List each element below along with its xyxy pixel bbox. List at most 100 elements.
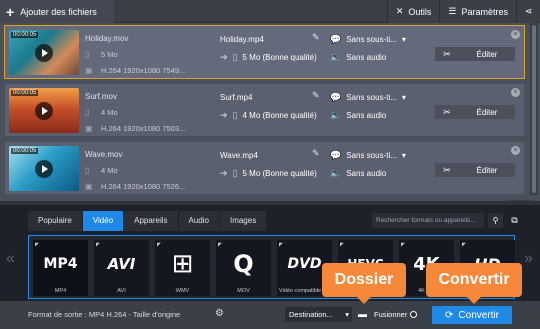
output-size-arrow-icon: ➔ — [220, 167, 228, 178]
chevron-down-icon: ▾ — [401, 34, 406, 44]
remove-file-close-icon[interactable]: × — [511, 88, 520, 97]
tab-images[interactable]: Images — [219, 211, 268, 231]
source-filename: Holiday.mov — [85, 33, 129, 43]
video-icon: ▣ — [85, 123, 93, 133]
tab-popular[interactable]: Populaire — [28, 211, 83, 231]
chevron-down-icon: ▾ — [345, 310, 349, 319]
source-size: 4 Mo — [101, 165, 118, 175]
file-list: 00:00:05 Holiday.mov ▯ 5 Mo ▣ H.264 1920x1… — [0, 23, 540, 201]
format-label: AVI — [117, 288, 126, 294]
file-icon: ▯ — [85, 49, 90, 59]
scissors-icon: ✂ — [443, 48, 451, 59]
output-size: 4 Mo (Bonne qualité) — [242, 110, 317, 120]
share-icon: ⋖ — [524, 6, 533, 16]
subtitles-value: Sans sous-ti... — [346, 150, 397, 160]
rename-pencil-icon[interactable]: ✎ — [312, 148, 320, 159]
audio-dropdown[interactable]: 🔈 Sans audio — [330, 48, 425, 66]
output-filename[interactable]: Wave.mp4 — [220, 151, 258, 160]
play-icon[interactable] — [35, 160, 53, 178]
gear-icon[interactable]: ⚙ — [215, 308, 224, 319]
scroll-right-chevron-icon[interactable]: » — [524, 250, 533, 268]
edit-label: Éditer — [476, 49, 498, 59]
edit-button[interactable]: ✂ Éditer — [435, 47, 515, 61]
subtitles-dropdown[interactable]: 💬 Sans sous-ti... ▾ — [330, 30, 425, 48]
remove-file-close-icon[interactable]: × — [511, 146, 520, 155]
scroll-left-chevron-icon[interactable]: « — [6, 250, 15, 268]
add-files-button[interactable]: + Ajouter des fichiers — [0, 0, 114, 23]
format-card-wmv[interactable]: ◤ ⊞ WMV — [155, 240, 210, 296]
video-thumbnail[interactable]: 00:00:05 — [9, 88, 79, 133]
source-info: Wave.mov ▯ 4 Mo ▣ H.264 1920x1080 7526... — [85, 146, 210, 194]
refresh-icon: ⟳ — [445, 309, 454, 321]
edit-button[interactable]: ✂ Éditer — [435, 105, 515, 119]
tools-button[interactable]: ✕ Outils — [386, 0, 440, 23]
quicktime-logo-icon: Q — [233, 250, 254, 278]
settings-button[interactable]: ☰ Paramètres — [439, 0, 516, 23]
file-row[interactable]: 00:00:05 Surf.mov ▯ 4 Mo ▣ H.264 1920x1080… — [4, 83, 525, 137]
subtitles-dropdown[interactable]: 💬 Sans sous-ti... ▾ — [330, 146, 425, 164]
tab-audio[interactable]: Audio — [178, 211, 220, 231]
track-options: 💬 Sans sous-ti... ▾ 🔈 Sans audio — [330, 30, 425, 66]
merge-toggle[interactable]: Fusionner — [374, 307, 418, 322]
share-button[interactable]: ⋖ — [516, 0, 540, 23]
speaker-icon: 🔈 — [330, 109, 342, 120]
subtitles-icon: 💬 — [330, 149, 342, 160]
source-codec: H.264 1920x1080 7549... — [101, 65, 186, 75]
tools-icon: ✕ — [395, 6, 404, 16]
tab-video[interactable]: Vidéo — [82, 211, 125, 231]
audio-dropdown[interactable]: 🔈 Sans audio — [330, 106, 425, 124]
settings-label: Paramètres — [461, 6, 508, 17]
video-thumbnail[interactable]: 00:00:05 — [9, 146, 79, 191]
device-detect-icon[interactable]: ⧉ — [507, 213, 522, 228]
toggle-switch[interactable] — [410, 311, 418, 318]
file-list-scrollbar[interactable] — [530, 23, 538, 195]
track-options: 💬 Sans sous-ti... ▾ 🔈 Sans audio — [330, 146, 425, 182]
track-options: 💬 Sans sous-ti... ▾ 🔈 Sans audio — [330, 88, 425, 124]
add-files-label: Ajouter des fichiers — [20, 6, 97, 17]
edit-button[interactable]: ✂ Éditer — [435, 163, 515, 177]
output-info: Wave.mp4 ✎ ➔ ▯ 5 Mo (Bonne qualité) — [220, 146, 325, 182]
speaker-icon: 🔈 — [330, 167, 342, 178]
subtitles-value: Sans sous-ti... — [346, 92, 397, 102]
format-label: MOV — [237, 288, 250, 294]
output-filename[interactable]: Holiday.mp4 — [220, 35, 264, 44]
file-icon: ▯ — [232, 167, 238, 178]
destination-dropdown[interactable]: Destination... ▾ — [285, 307, 352, 322]
edit-label: Éditer — [476, 107, 498, 117]
menu-icon: ☰ — [448, 6, 457, 16]
format-card-mp4[interactable]: ◤ MP4 MP4 — [33, 240, 88, 296]
destination-value: Destination... — [289, 310, 333, 319]
source-filename: Surf.mov — [85, 91, 118, 101]
subtitles-dropdown[interactable]: 💬 Sans sous-ti... ▾ — [330, 88, 425, 106]
windows-logo-icon: ⊞ — [171, 249, 194, 279]
file-row[interactable]: 00:00:05 Wave.mov ▯ 4 Mo ▣ H.264 1920x1080… — [4, 141, 525, 195]
chevron-down-icon: ▾ — [401, 150, 406, 160]
format-card-avi[interactable]: ◤ AVI AVI — [94, 240, 149, 296]
output-size-arrow-icon: ➔ — [220, 109, 228, 120]
file-row[interactable]: 00:00:05 Holiday.mov ▯ 5 Mo ▣ H.264 1920x1… — [4, 25, 525, 79]
format-search-input[interactable]: Rechercher formats ou appareils... — [372, 213, 484, 228]
scissors-icon: ✂ — [443, 164, 451, 175]
output-size-arrow-icon: ➔ — [220, 51, 228, 62]
rename-pencil-icon[interactable]: ✎ — [312, 32, 320, 43]
folder-icon[interactable]: ▬ — [356, 307, 369, 322]
search-icon[interactable]: ⚲ — [488, 213, 503, 228]
remove-file-close-icon[interactable]: × — [511, 30, 520, 39]
file-icon: ▯ — [232, 109, 238, 120]
tab-devices[interactable]: Appareils — [124, 211, 179, 231]
format-card-mov[interactable]: ◤ Q MOV — [216, 240, 271, 296]
source-codec: H.264 1920x1080 7503... — [101, 123, 186, 133]
plus-icon: + — [6, 3, 15, 20]
convert-button[interactable]: ⟳ Convertir — [432, 306, 512, 324]
output-filename[interactable]: Surf.mp4 — [220, 93, 252, 102]
play-icon[interactable] — [35, 102, 53, 120]
rename-pencil-icon[interactable]: ✎ — [312, 90, 320, 101]
play-icon[interactable] — [35, 44, 53, 62]
scissors-icon: ✂ — [443, 106, 451, 117]
output-format-label: Format de sortie : MP4 H.264 - Taille d'… — [28, 310, 181, 319]
audio-dropdown[interactable]: 🔈 Sans audio — [330, 164, 425, 182]
video-thumbnail[interactable]: 00:00:05 — [9, 30, 79, 75]
scrollbar-thumb[interactable] — [532, 25, 536, 193]
subtitles-icon: 💬 — [330, 91, 342, 102]
source-info: Holiday.mov ▯ 5 Mo ▣ H.264 1920x1080 7549.… — [85, 30, 210, 78]
